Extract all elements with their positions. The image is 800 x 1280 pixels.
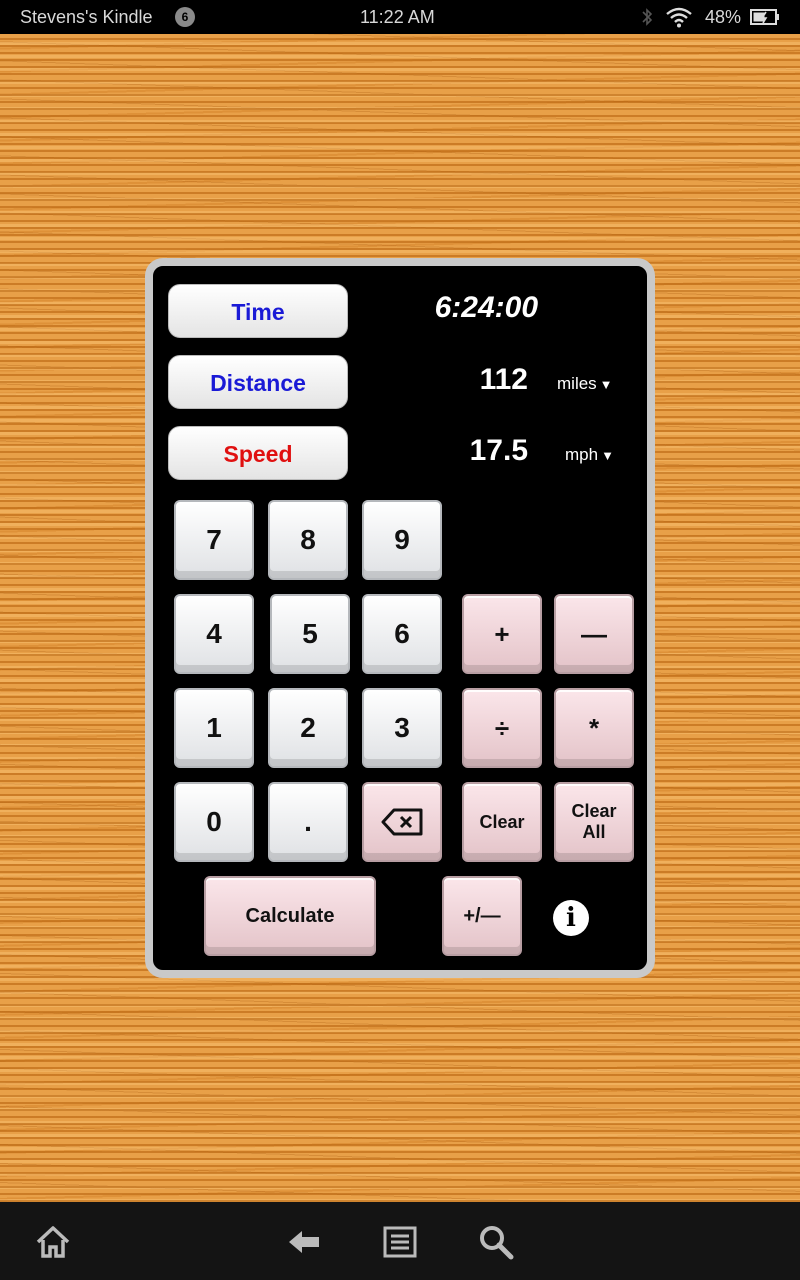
- plus-minus-button[interactable]: +/—: [442, 876, 522, 956]
- multiply-button[interactable]: *: [554, 688, 634, 768]
- info-icon[interactable]: i: [553, 900, 589, 936]
- distance-unit-dropdown[interactable]: miles ▼: [557, 374, 613, 394]
- clear-all-button[interactable]: Clear All: [554, 782, 634, 862]
- distance-unit-label: miles: [557, 374, 597, 393]
- key-6[interactable]: 6: [362, 594, 442, 674]
- calculator-panel: Time 6:24:00 Distance 112 miles ▼ Speed 1…: [145, 258, 655, 978]
- dropdown-arrow-icon: ▼: [599, 377, 613, 392]
- key-8[interactable]: 8: [268, 500, 348, 580]
- calculate-button[interactable]: Calculate: [204, 876, 376, 956]
- key-9[interactable]: 9: [362, 500, 442, 580]
- distance-value: 112: [479, 363, 528, 396]
- home-icon[interactable]: [35, 1224, 71, 1260]
- key-2[interactable]: 2: [268, 688, 348, 768]
- battery-percent: 48%: [705, 7, 742, 27]
- bluetooth-icon: [642, 8, 653, 26]
- key-3[interactable]: 3: [362, 688, 442, 768]
- navigation-bar: [0, 1202, 800, 1280]
- minus-button[interactable]: —: [554, 594, 634, 674]
- key-1[interactable]: 1: [174, 688, 254, 768]
- notification-badge[interactable]: 6: [175, 7, 195, 27]
- time-button[interactable]: Time: [168, 284, 348, 338]
- speed-button[interactable]: Speed: [168, 426, 348, 480]
- status-bar: Stevens's Kindle 6 11:22 AM 48%: [0, 0, 800, 34]
- backspace-icon: [381, 808, 423, 836]
- divide-button[interactable]: ÷: [462, 688, 542, 768]
- key-0[interactable]: 0: [174, 782, 254, 862]
- time-value: 6:24:00: [434, 291, 538, 324]
- speed-unit-label: mph: [565, 445, 599, 464]
- back-icon[interactable]: [286, 1224, 322, 1260]
- wifi-icon: [666, 7, 692, 28]
- clear-button[interactable]: Clear: [462, 782, 542, 862]
- search-icon[interactable]: [478, 1224, 514, 1260]
- status-time: 11:22 AM: [360, 7, 435, 27]
- speed-value: 17.5: [469, 434, 528, 467]
- device-name: Stevens's Kindle: [20, 7, 153, 27]
- plus-button[interactable]: +: [462, 594, 542, 674]
- clear-all-label-line2: All: [582, 822, 606, 842]
- key-7[interactable]: 7: [174, 500, 254, 580]
- dropdown-arrow-icon: ▼: [601, 448, 614, 463]
- clear-all-label-line1: Clear: [571, 801, 617, 821]
- distance-button[interactable]: Distance: [168, 355, 348, 409]
- menu-icon[interactable]: [382, 1224, 418, 1260]
- speed-unit-dropdown[interactable]: mph ▼: [565, 445, 614, 465]
- backspace-button[interactable]: [362, 782, 442, 862]
- key-4[interactable]: 4: [174, 594, 254, 674]
- decimal-point-button[interactable]: .: [268, 782, 348, 862]
- key-5[interactable]: 5: [270, 594, 350, 674]
- battery-charging-icon: [750, 9, 779, 25]
